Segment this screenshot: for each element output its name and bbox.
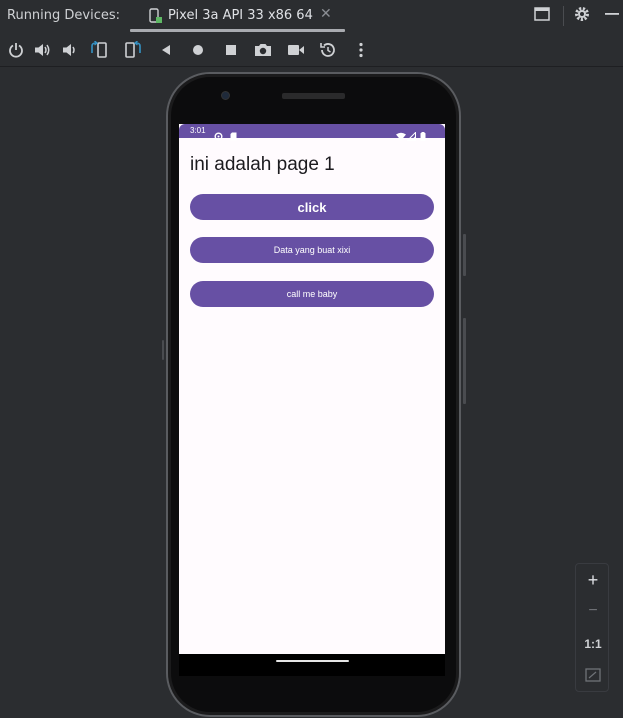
phone-power-button (463, 234, 466, 276)
navigation-bar (179, 654, 445, 676)
battery-icon (420, 126, 426, 145)
actual-size-button[interactable]: 1:1 (576, 629, 610, 659)
status-time: 3:01 (190, 126, 206, 135)
zoom-in-button[interactable]: + (576, 565, 610, 595)
call-me-button[interactable]: call me baby (190, 281, 434, 307)
zoom-in-label: + (587, 569, 599, 590)
snapshot-icon[interactable] (318, 40, 338, 60)
title-bar: Running Devices: Pixel 3a API 33 x86 64 … (0, 0, 623, 33)
minimize-icon[interactable] (604, 5, 620, 27)
title-bar-divider (563, 6, 564, 26)
home-icon[interactable] (188, 40, 208, 60)
zoom-panel: + − 1:1 (575, 563, 609, 692)
data-button[interactable]: Data yang buat xixi (190, 237, 434, 263)
settings-notification-icon (214, 126, 223, 145)
volume-down-icon[interactable] (60, 40, 80, 60)
emulator-toolbar (0, 33, 623, 67)
gesture-nav-handle[interactable] (276, 660, 349, 662)
power-icon[interactable] (6, 40, 26, 60)
device-tab[interactable]: Pixel 3a API 33 x86 64 ✕ (130, 0, 345, 33)
fit-screen-icon (585, 667, 601, 686)
rotate-right-icon[interactable] (123, 40, 143, 60)
click-button[interactable]: click (190, 194, 434, 220)
wifi-icon (396, 126, 406, 145)
close-icon[interactable]: ✕ (320, 6, 332, 22)
more-icon[interactable] (351, 40, 371, 60)
status-bar: 3:01 (179, 124, 445, 141)
phone-side-detail (162, 340, 164, 360)
front-camera (221, 91, 230, 100)
actual-size-label: 1:1 (584, 637, 602, 651)
fit-screen-button[interactable] (576, 661, 610, 691)
gear-icon[interactable] (573, 5, 591, 27)
overview-icon[interactable] (221, 40, 241, 60)
zoom-out-button[interactable]: − (576, 596, 610, 626)
running-devices-label: Running Devices: (7, 8, 121, 23)
rotate-left-icon[interactable] (90, 40, 110, 60)
phone-speaker (282, 93, 345, 99)
device-icon (147, 8, 163, 24)
device-tab-label: Pixel 3a API 33 x86 64 (168, 8, 313, 23)
phone-volume-button (463, 318, 466, 404)
camera-icon[interactable] (253, 40, 273, 60)
volume-up-icon[interactable] (33, 40, 53, 60)
video-icon[interactable] (286, 40, 306, 60)
page-title: ini adalah page 1 (190, 154, 335, 175)
sd-card-icon (230, 126, 237, 145)
back-icon[interactable] (156, 40, 176, 60)
active-tab-indicator (130, 29, 345, 32)
zoom-out-label: − (588, 602, 598, 619)
restore-window-icon[interactable] (533, 5, 551, 27)
signal-icon (406, 126, 416, 145)
phone-screen[interactable]: 3:01 ini adalah page 1 click Data yang b… (179, 124, 445, 654)
